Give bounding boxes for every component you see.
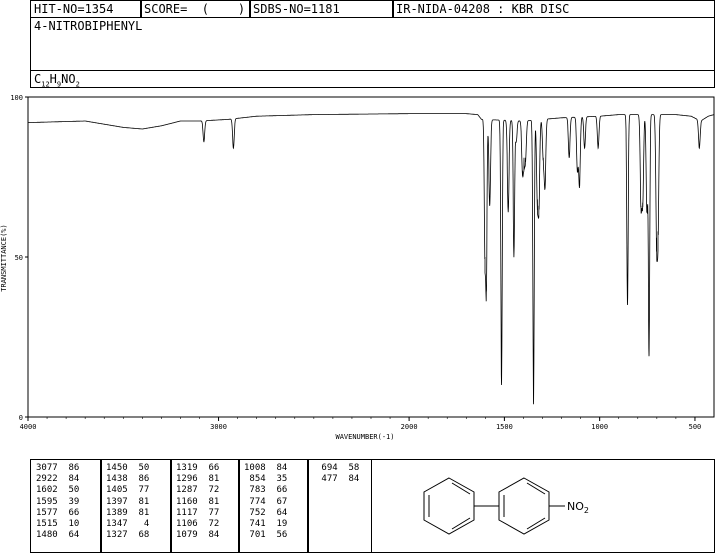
- peak-table-row: 1577 66: [36, 507, 80, 518]
- peak-table-row: 1480 64: [36, 530, 80, 541]
- ir-spectrum-chart: 4000 3000 2000 1500 1000 500 0 50 100 WAVENUMBER…: [0, 94, 715, 441]
- peak-table-row: 1397 81: [106, 496, 150, 507]
- peak-table-row: 1450 50: [106, 463, 150, 473]
- peak-table-row: 1602 50: [36, 485, 80, 496]
- peak-table-row: 3077 86: [36, 463, 80, 473]
- peak-table-row: 854 35: [244, 474, 288, 485]
- peak-table-column: 3077 86 2922 84 1602 50 1595 39 1577 66 1515 …: [36, 463, 79, 541]
- peak-table-column: 694 58 477 84: [316, 463, 359, 485]
- peak-table-row: 1160 81: [176, 496, 220, 507]
- peak-table-row: 1389 81: [106, 507, 150, 518]
- peak-table-column: 1319 66 1296 81 1287 72 1160 81 1117 77 1106 …: [176, 463, 219, 541]
- x-tick-label: 4000: [20, 423, 37, 431]
- peak-table-row: 1319 66: [176, 463, 220, 473]
- peak-col-divider-4: [307, 459, 309, 553]
- peak-table-row: 701 56: [244, 530, 288, 541]
- x-axis-label: WAVENUMBER(-1): [335, 433, 394, 441]
- chart-axes: [27, 96, 715, 418]
- peak-table-row: 1327 68: [106, 530, 150, 541]
- peak-table-row: 1287 72: [176, 485, 220, 496]
- chart-ticks: [25, 96, 696, 421]
- x-tick-label: 1500: [496, 423, 513, 431]
- y-tick-label: 50: [15, 254, 23, 262]
- peak-table-row: 694 58: [316, 463, 360, 473]
- y-tick-label: 0: [19, 414, 23, 422]
- peak-table-row: 1405 77: [106, 485, 150, 496]
- peak-table-row: 1079 84: [176, 530, 220, 541]
- peak-table-row: 1117 77: [176, 507, 220, 518]
- peak-table-row: 741 19: [244, 519, 288, 530]
- x-tick-label: 3000: [210, 423, 227, 431]
- peak-table-row: 1347 4: [106, 519, 150, 530]
- peak-table-row: 1008 84: [244, 463, 288, 473]
- x-tick-label: 2000: [401, 423, 418, 431]
- x-tick-label: 1000: [591, 423, 608, 431]
- peak-table-column: 1008 84 854 35 783 66 774 67 752 64 741 …: [244, 463, 287, 541]
- x-tick-label: 500: [689, 423, 702, 431]
- peak-table-row: 2922 84: [36, 474, 80, 485]
- peak-table-row: 752 64: [244, 507, 288, 518]
- peak-table-row: 783 66: [244, 485, 288, 496]
- y-axis-label: TRANSMITTANCE(%): [0, 224, 8, 291]
- peak-table-row: 1438 86: [106, 474, 150, 485]
- peak-table-row: 1515 10: [36, 519, 80, 530]
- peak-col-divider-3: [238, 459, 240, 553]
- peak-table-column: 1450 50 1438 86 1405 77 1397 81 1389 81 1347 …: [106, 463, 149, 541]
- peak-table-row: 477 84: [316, 474, 360, 485]
- y-tick-label: 100: [10, 94, 23, 102]
- plot-frame: [27, 96, 715, 418]
- peak-table-row: 774 67: [244, 496, 288, 507]
- peak-col-divider-2: [170, 459, 172, 553]
- peak-table-row: 1106 72: [176, 519, 220, 530]
- peak-table-row: 1595 39: [36, 496, 80, 507]
- peak-col-divider-1: [100, 459, 102, 553]
- peak-table-row: 1296 81: [176, 474, 220, 485]
- spectrum-line: [28, 113, 715, 405]
